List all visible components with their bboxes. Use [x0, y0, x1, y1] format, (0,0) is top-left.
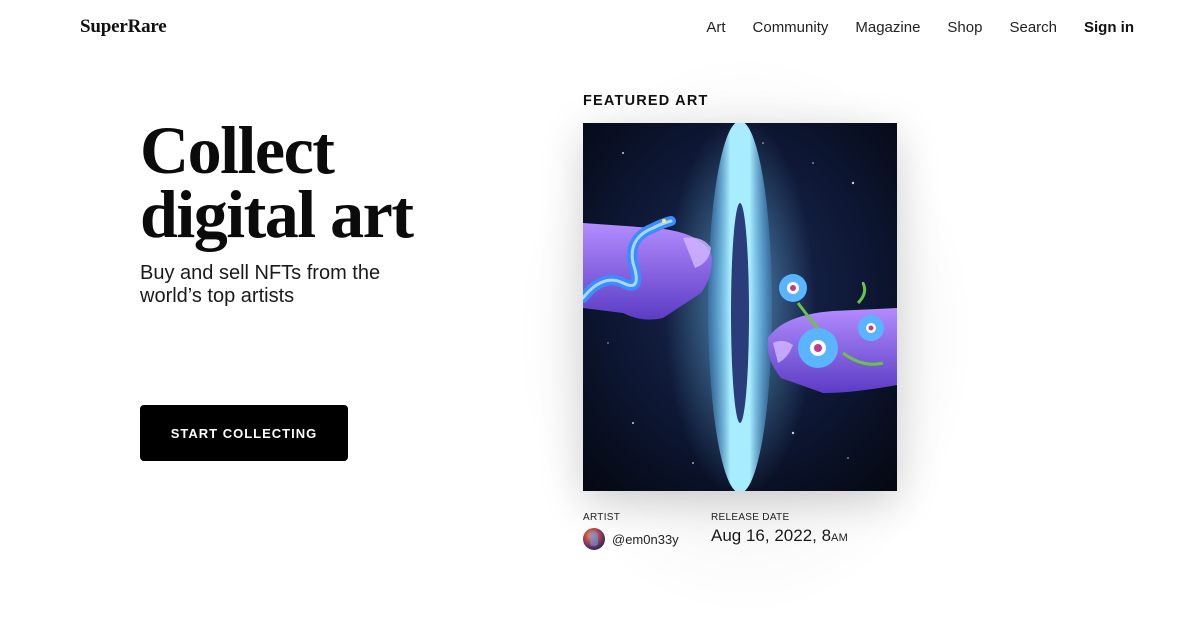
artwork-image [583, 123, 897, 491]
release-date: Aug 16, 2022, 8AM [711, 526, 848, 546]
nav-community[interactable]: Community [753, 18, 829, 38]
artist-label: ARTIST [583, 512, 621, 523]
artist-avatar [583, 528, 605, 550]
artist-handle: @em0n33y [612, 531, 679, 547]
release-date-ampm: AM [831, 532, 849, 544]
nav-search[interactable]: Search [1009, 18, 1057, 38]
hero-title: Collect digital art [140, 116, 460, 248]
nav-art[interactable]: Art [706, 18, 725, 38]
featured-art-heading: FEATURED ART [583, 93, 709, 109]
release-date-value: Aug 16, 2022, 8 [711, 526, 832, 545]
nav-shop[interactable]: Shop [947, 18, 982, 38]
sign-in-link[interactable]: Sign in [1084, 18, 1134, 38]
superrare-logo[interactable]: SuperRare [80, 16, 167, 38]
hero-subtitle: Buy and sell NFTs from the world’s top a… [140, 262, 381, 307]
release-date-label: RELEASE DATE [711, 512, 790, 523]
hero-title-line2: digital art [140, 176, 414, 252]
nav-magazine[interactable]: Magazine [855, 18, 920, 38]
top-nav: Art Community Magazine Shop Search Sign … [679, 18, 1134, 38]
artist-link[interactable]: @em0n33y [583, 528, 679, 550]
start-collecting-button[interactable]: START COLLECTING [140, 405, 348, 461]
page: SuperRare Art Community Magazine Shop Se… [0, 0, 1200, 638]
featured-artwork[interactable] [583, 123, 897, 491]
